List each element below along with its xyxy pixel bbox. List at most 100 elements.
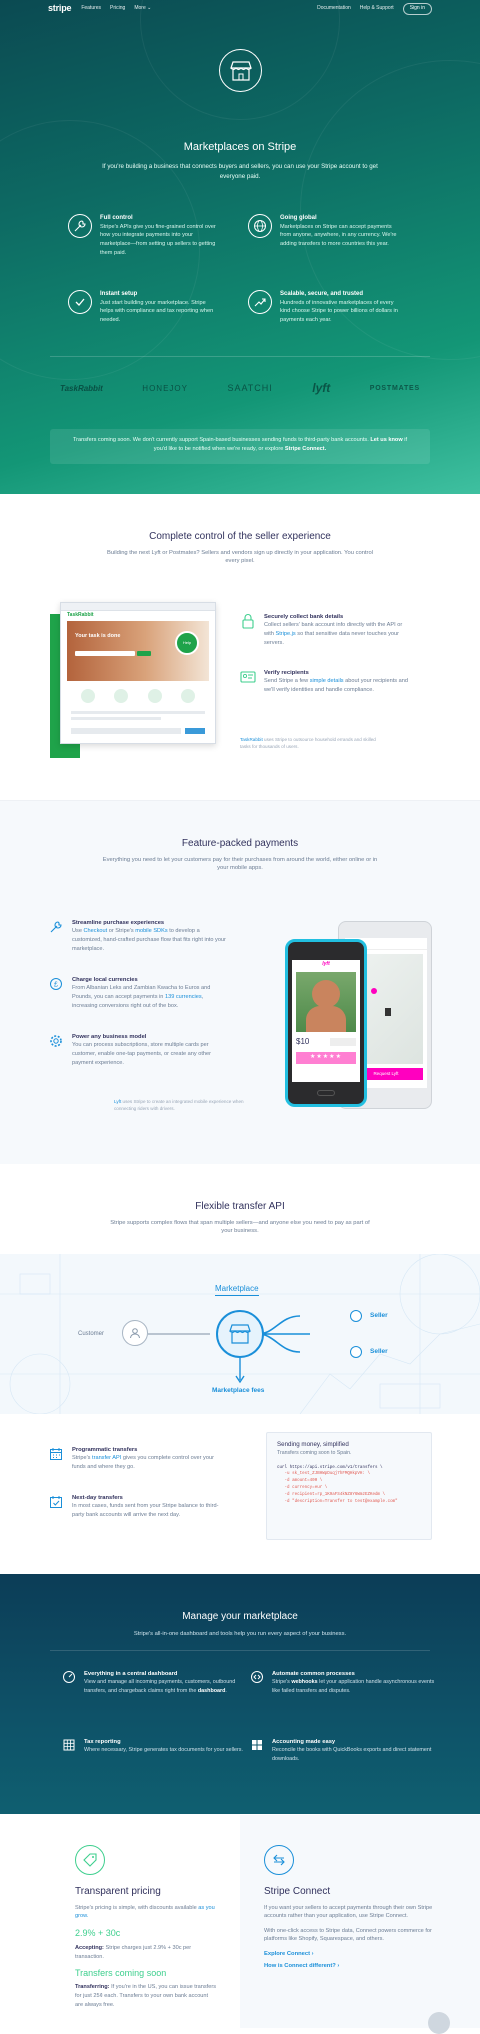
stripejs-link[interactable]: Stripe.js bbox=[276, 631, 296, 637]
globe-icon bbox=[248, 214, 272, 238]
mock-brand: TaskRabbit bbox=[67, 612, 94, 619]
item-desc: You can process subscriptions, store mul… bbox=[72, 1042, 211, 1066]
feature-scalable: Scalable, secure, and trusted Hundreds o… bbox=[248, 290, 398, 325]
item-desc: Reconcile the books with QuickBooks expo… bbox=[272, 1747, 432, 1762]
mock-hero-text: Your task is done bbox=[75, 633, 121, 639]
item-programmatic-transfers: Programmatic transfers Stripe's transfer… bbox=[48, 1446, 228, 1472]
code-line: -d amount=400 \ bbox=[277, 1479, 323, 1484]
mobile-sdks-link[interactable]: mobile SDKs bbox=[135, 928, 167, 934]
transfer-api-link[interactable]: transfer API bbox=[92, 1455, 121, 1461]
item-title: Power any business model bbox=[72, 1034, 147, 1040]
hero-section: stripe Features Pricing More ⌄ Documenta… bbox=[0, 0, 480, 494]
checkmark-icon bbox=[68, 290, 92, 314]
calendar-icon bbox=[48, 1446, 64, 1462]
feature-desc: Hundreds of innovative marketplaces of e… bbox=[280, 299, 398, 323]
id-card-icon bbox=[240, 669, 256, 685]
feature-title: Instant setup bbox=[100, 291, 138, 297]
diagram-customer-label: Customer bbox=[78, 1331, 105, 1337]
item-title: Streamline purchase experiences bbox=[72, 920, 165, 926]
item-tax-reporting: Tax reporting Where necessary, Stripe ge… bbox=[63, 1738, 254, 1755]
nav-help[interactable]: Help & Support bbox=[360, 5, 394, 12]
notice-link-let-us-know[interactable]: Let us know bbox=[370, 437, 402, 443]
divider bbox=[50, 356, 430, 357]
section-sub: Stripe supports complex flows that span … bbox=[110, 1219, 370, 1235]
currencies-link[interactable]: 139 currencies bbox=[165, 994, 202, 1000]
dashboard-link[interactable]: dashboard bbox=[198, 1688, 226, 1694]
storefront-icon bbox=[219, 49, 262, 92]
feature-instant-setup: Instant setup Just start building your m… bbox=[68, 290, 218, 325]
checkout-link[interactable]: Checkout bbox=[84, 928, 108, 934]
lyft-link[interactable]: Lyft bbox=[114, 1099, 121, 1104]
code-line: -u sk_test_ZJBHWpDuqj7hFMQHkpVH: \ bbox=[277, 1472, 370, 1477]
top-nav: stripe Features Pricing More ⌄ Documenta… bbox=[0, 0, 480, 18]
lock-icon bbox=[240, 613, 256, 629]
code-block[interactable]: curl https://api.stripe.com/v1/transfers… bbox=[277, 1465, 421, 1507]
dashboard-gauge-icon bbox=[63, 1671, 75, 1683]
section-sub: Building the next Lyft or Postmates? Sel… bbox=[107, 549, 373, 565]
nav-documentation[interactable]: Documentation bbox=[317, 5, 351, 12]
simple-details-link[interactable]: simple details bbox=[310, 678, 344, 684]
feature-full-control: Full control Stripe's APIs give you fine… bbox=[68, 214, 218, 257]
taskrabbit-caption: TaskRabbit uses Stripe to outsource hous… bbox=[240, 737, 380, 751]
taskrabbit-mockup: TaskRabbit Your task is done Help bbox=[50, 602, 216, 758]
rating-stars[interactable]: ★★★★★ bbox=[296, 1051, 356, 1064]
pricing-desc: Stripe's pricing is simple, with discoun… bbox=[75, 1904, 197, 1911]
code-line: -d currency=eur \ bbox=[277, 1486, 328, 1491]
item-business-model: Power any business model You can process… bbox=[48, 1033, 228, 1067]
notice-text: Transfers coming soon. We don't currentl… bbox=[72, 437, 369, 443]
logo-taskrabbit: TaskRabbit bbox=[60, 383, 103, 393]
logo-lyft: lyft bbox=[312, 381, 331, 395]
connect-different-link[interactable]: How is Connect different? › bbox=[264, 1962, 456, 1970]
calculator-icon bbox=[252, 1740, 262, 1750]
feature-title: Scalable, secure, and trusted bbox=[280, 291, 364, 297]
section-title: Feature-packed payments bbox=[181, 838, 299, 849]
feature-desc: Just start building your marketplace. St… bbox=[100, 299, 214, 323]
feature-going-global: Going global Marketplaces on Stripe can … bbox=[248, 214, 398, 249]
diagram-seller-label: Seller bbox=[370, 1312, 388, 1319]
item-title: Securely collect bank details bbox=[264, 614, 344, 620]
item-desc: Send Stripe a few bbox=[264, 678, 309, 685]
lyft-caption: Lyft uses Stripe to create an integrated… bbox=[114, 1099, 264, 1113]
decorative-circle bbox=[428, 2012, 450, 2034]
item-title: Programmatic transfers bbox=[72, 1447, 138, 1453]
nav-features[interactable]: Features bbox=[81, 5, 101, 12]
signin-button[interactable]: Sign in bbox=[402, 3, 432, 15]
feature-desc: Stripe's APIs give you fine-grained cont… bbox=[100, 223, 216, 256]
item-title: Automate common processes bbox=[272, 1671, 355, 1677]
svg-text:£: £ bbox=[54, 982, 58, 989]
connect-title: Stripe Connect bbox=[264, 1886, 331, 1897]
seller-node-icon bbox=[350, 1310, 362, 1322]
stripe-logo[interactable]: stripe bbox=[48, 2, 72, 15]
phone-app-logo: lyft bbox=[292, 960, 360, 970]
marketplace-store-icon bbox=[216, 1310, 264, 1358]
control-section: Complete control of the seller experienc… bbox=[0, 494, 480, 800]
trend-icon bbox=[248, 290, 272, 314]
diagram-seller-label-2: Seller bbox=[370, 1348, 388, 1355]
explore-connect-link[interactable]: Explore Connect › bbox=[264, 1950, 456, 1958]
currency-icon: £ bbox=[48, 976, 64, 992]
item-desc-mid: or Stripe's bbox=[108, 928, 134, 935]
nav-more[interactable]: More ⌄ bbox=[134, 5, 151, 12]
item-local-currencies: £ Charge local currencies From Albanian … bbox=[48, 976, 228, 1010]
diagram-fees-label: Marketplace fees bbox=[212, 1387, 265, 1394]
code-brackets-icon bbox=[251, 1671, 263, 1683]
item-desc: Stripe's bbox=[72, 1455, 91, 1462]
section-sub: Everything you need to let your customer… bbox=[102, 856, 378, 872]
item-automate: Automate common processes Stripe's webho… bbox=[251, 1670, 442, 1695]
webhooks-link[interactable]: webhooks bbox=[291, 1679, 317, 1685]
price-value: 2.9% + 30c bbox=[75, 1927, 121, 1938]
logo-saatchi: SAATCHI bbox=[227, 383, 273, 394]
calendar-check-icon bbox=[48, 1494, 64, 1510]
item-bank-details: Securely collect bank details Collect se… bbox=[240, 613, 410, 647]
taskrabbit-link[interactable]: TaskRabbit bbox=[240, 737, 263, 742]
connect-panel: Stripe Connect If you want your sellers … bbox=[240, 1815, 480, 2034]
connect-desc-2: With one-click access to Stripe data, Co… bbox=[264, 1927, 432, 1943]
notice-link-connect[interactable]: Stripe Connect. bbox=[285, 446, 326, 452]
code-sub: Transfers coming soon to Spain. bbox=[277, 1449, 352, 1456]
customer-logos: TaskRabbit HONEJOY SAATCHI lyft POSTMATE… bbox=[60, 380, 420, 397]
caption-text: uses Stripe to create an integrated mobi… bbox=[114, 1099, 244, 1111]
nav-pricing[interactable]: Pricing bbox=[110, 5, 125, 12]
price-tag-icon bbox=[75, 1845, 105, 1875]
accepting-label: Accepting: bbox=[75, 1944, 104, 1951]
section-title: Manage your marketplace bbox=[182, 1611, 298, 1622]
